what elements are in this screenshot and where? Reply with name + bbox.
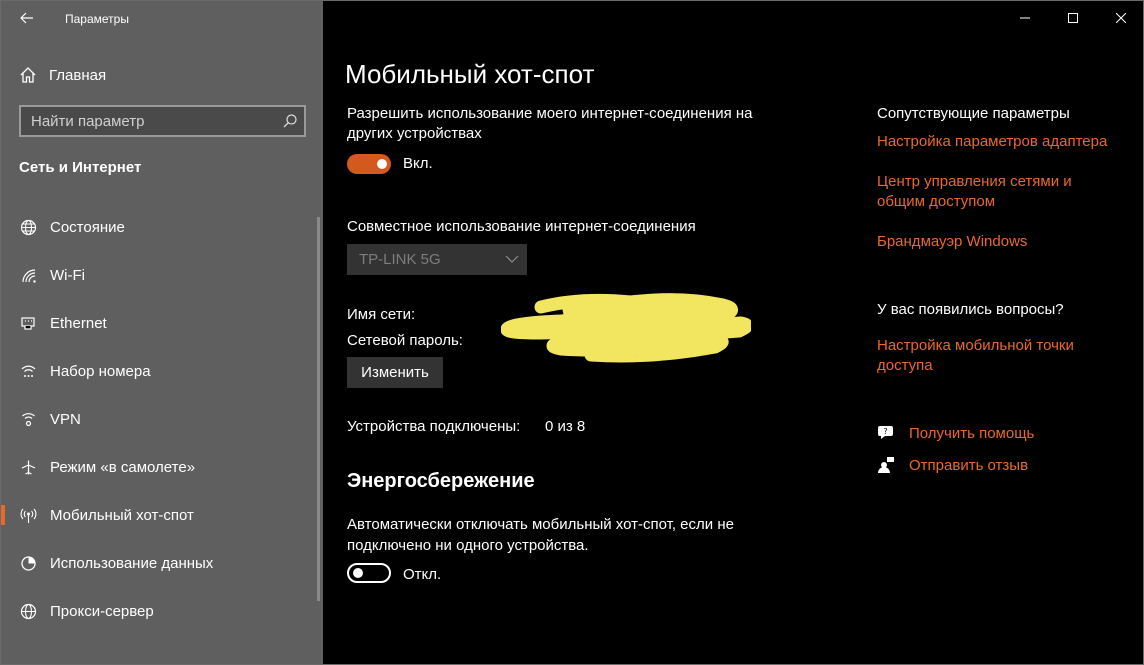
- redaction-scribble: [501, 293, 751, 363]
- sidebar-item-label: Использование данных: [50, 554, 214, 572]
- maximize-button[interactable]: [1049, 1, 1097, 35]
- home-label: Главная: [49, 66, 107, 84]
- maximize-icon: [1068, 13, 1078, 23]
- power-saving-description: Автоматически отключать мобильный хот-сп…: [347, 516, 734, 554]
- get-help-row[interactable]: ? Получить помощь: [877, 424, 1034, 442]
- main-content: Мобильный хот-спот Разрешить использован…: [323, 1, 1143, 664]
- wifi-icon: [21, 268, 36, 283]
- sidebar-item-airplane[interactable]: Режим «в самолете»: [1, 443, 319, 491]
- questions-heading: У вас появились вопросы?: [877, 301, 1064, 318]
- feedback-icon: [878, 457, 894, 473]
- section-title: Сеть и Интернет: [19, 159, 142, 176]
- devices-label: Устройства подключены:: [347, 418, 521, 435]
- sidebar-item-wifi[interactable]: Wi-Fi: [1, 251, 319, 299]
- settings-window: Параметры Главная Сеть и Интернет Состоя…: [0, 0, 1144, 665]
- send-feedback-link[interactable]: Отправить отзыв: [909, 457, 1028, 474]
- sidebar-item-label: Режим «в самолете»: [50, 458, 196, 476]
- share-toggle-state: Вкл.: [403, 155, 433, 172]
- search-icon[interactable]: [282, 113, 298, 129]
- sidebar-item-label: Wi-Fi: [50, 266, 85, 284]
- related-settings-heading: Сопутствующие параметры: [877, 105, 1070, 122]
- sidebar-item-hotspot[interactable]: Мобильный хот-спот: [1, 491, 319, 539]
- sidebar-item-label: Состояние: [50, 218, 125, 236]
- globe-icon: [20, 219, 36, 235]
- get-help-link[interactable]: Получить помощь: [909, 425, 1034, 442]
- sidebar-item-ethernet[interactable]: Ethernet: [1, 299, 319, 347]
- network-sharing-center-link[interactable]: Центр управления сетями и общим доступом: [877, 172, 1097, 212]
- connection-source-value: TP-LINK 5G: [359, 251, 441, 268]
- minimize-button[interactable]: [1001, 1, 1049, 35]
- sidebar-nav: Состояние Wi-Fi Ethernet Набор номера VP…: [1, 203, 319, 635]
- sidebar: Параметры Главная Сеть и Интернет Состоя…: [1, 1, 323, 664]
- window-controls: [1001, 1, 1143, 35]
- share-connection-toggle[interactable]: [347, 154, 391, 174]
- toggle-knob: [353, 568, 363, 578]
- data-usage-icon: [20, 555, 36, 571]
- power-saving-title: Энергосбережение: [347, 470, 535, 492]
- dialup-icon: [21, 365, 35, 377]
- connection-source-label: Совместное использование интернет-соедин…: [347, 218, 696, 235]
- windows-firewall-link[interactable]: Брандмауэр Windows: [877, 232, 1027, 252]
- minimize-icon: [1020, 17, 1030, 19]
- sidebar-item-dialup[interactable]: Набор номера: [1, 347, 319, 395]
- help-chat-icon: ?: [878, 426, 893, 439]
- airplane-icon: [21, 460, 35, 475]
- sidebar-scrollbar[interactable]: [317, 217, 320, 601]
- page-title: Мобильный хот-спот: [345, 59, 595, 89]
- home-icon: [20, 67, 36, 83]
- toggle-knob: [377, 159, 387, 169]
- network-name-label: Имя сети:: [347, 306, 416, 323]
- sidebar-item-proxy[interactable]: Прокси-сервер: [1, 587, 319, 635]
- ethernet-icon: [20, 316, 35, 330]
- devices-count: 0 из 8: [545, 418, 586, 435]
- vpn-icon: [21, 412, 35, 426]
- power-toggle-state: Откл.: [403, 566, 442, 583]
- search-box[interactable]: [19, 105, 306, 137]
- send-feedback-row[interactable]: Отправить отзыв: [877, 456, 1028, 474]
- hotspot-setup-help-link[interactable]: Настройка мобильной точки доступа: [877, 336, 1097, 376]
- connection-source-select[interactable]: TP-LINK 5G: [347, 244, 527, 275]
- power-saving-toggle[interactable]: [347, 563, 391, 583]
- sidebar-item-status[interactable]: Состояние: [1, 203, 319, 251]
- sidebar-item-label: Набор номера: [50, 362, 151, 380]
- back-arrow-icon: [20, 12, 33, 24]
- title-bar: Параметры: [1, 1, 323, 37]
- sidebar-item-label: Ethernet: [50, 314, 107, 332]
- hotspot-icon: [20, 508, 36, 523]
- sidebar-item-label: Мобильный хот-спот: [50, 506, 194, 524]
- edit-network-button[interactable]: Изменить: [347, 357, 443, 388]
- app-title: Параметры: [65, 12, 129, 26]
- sidebar-item-data-usage[interactable]: Использование данных: [1, 539, 319, 587]
- sidebar-item-label: Прокси-сервер: [50, 602, 154, 620]
- sidebar-item-vpn[interactable]: VPN: [1, 395, 319, 443]
- share-connection-label: Разрешить использование моего интернет-с…: [347, 105, 753, 142]
- close-button[interactable]: [1097, 1, 1143, 35]
- proxy-globe-icon: [20, 603, 36, 619]
- close-icon: [1116, 13, 1126, 23]
- network-password-label: Сетевой пароль:: [347, 332, 463, 349]
- adapter-settings-link[interactable]: Настройка параметров адаптера: [877, 132, 1127, 152]
- chevron-down-icon: [505, 255, 519, 263]
- sidebar-item-label: VPN: [50, 410, 81, 428]
- devices-connected: Устройства подключены: 0 из 8: [347, 418, 585, 435]
- svg-text:?: ?: [883, 427, 887, 436]
- search-input[interactable]: [21, 112, 271, 130]
- home-link[interactable]: Главная: [19, 63, 106, 87]
- back-button[interactable]: [13, 5, 41, 31]
